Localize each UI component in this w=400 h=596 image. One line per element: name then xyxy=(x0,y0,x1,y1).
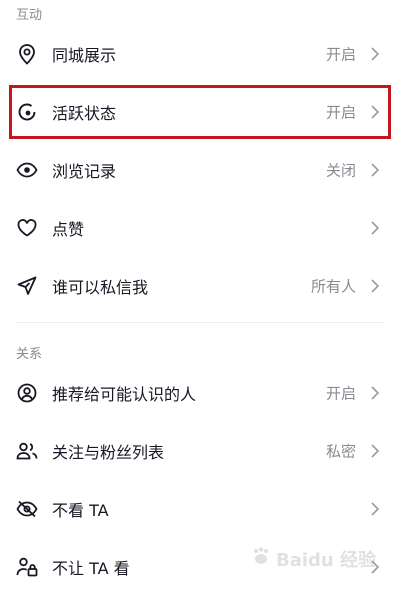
setting-label: 关注与粉丝列表 xyxy=(52,443,165,462)
paper-plane-icon xyxy=(16,275,38,297)
setting-value: 开启 xyxy=(325,45,356,64)
chevron-right-icon xyxy=(370,385,380,401)
eye-slash-icon xyxy=(16,498,38,520)
location-pin-icon xyxy=(16,43,38,65)
baidu-jingyan-watermark: Baidu 经验 xyxy=(250,546,376,572)
setting-row-who-can-message[interactable]: 谁可以私信我 所有人 xyxy=(0,257,400,315)
setting-label: 浏览记录 xyxy=(52,162,117,181)
setting-row-recommend-to-acquaintances[interactable]: 推荐给可能认识的人 开启 xyxy=(0,364,400,422)
setting-row-following-followers-list[interactable]: 关注与粉丝列表 私密 xyxy=(0,422,400,480)
chevron-right-icon xyxy=(370,278,380,294)
setting-label: 同城展示 xyxy=(52,46,117,65)
chevron-right-icon xyxy=(370,501,380,517)
person-lock-icon xyxy=(16,556,38,578)
section-header-relations: 关系 xyxy=(16,347,43,362)
section-header-interaction: 互动 xyxy=(16,8,43,23)
setting-label: 点赞 xyxy=(52,220,85,239)
highlight-box xyxy=(9,85,391,139)
setting-label: 推荐给可能认识的人 xyxy=(52,385,197,404)
heart-icon xyxy=(16,217,38,239)
chevron-right-icon xyxy=(370,162,380,178)
setting-row-likes[interactable]: 点赞 xyxy=(0,199,400,257)
paw-logo-icon xyxy=(250,546,272,572)
section-divider xyxy=(16,322,384,323)
setting-value: 关闭 xyxy=(325,161,356,180)
watermark-text: Baidu 经验 xyxy=(275,550,376,571)
setting-row-hide-their-content[interactable]: 不看 TA xyxy=(0,480,400,538)
setting-row-browse-history[interactable]: 浏览记录 关闭 xyxy=(0,141,400,199)
setting-label: 不看 TA xyxy=(52,501,109,520)
setting-label: 谁可以私信我 xyxy=(52,278,149,297)
person-circle-icon xyxy=(16,382,38,404)
setting-row-local-display[interactable]: 同城展示 开启 xyxy=(0,25,400,83)
eye-icon xyxy=(16,159,38,181)
setting-value: 开启 xyxy=(325,384,356,403)
chevron-right-icon xyxy=(370,443,380,459)
chevron-right-icon xyxy=(370,220,380,236)
setting-value: 私密 xyxy=(325,442,356,461)
setting-label: 不让 TA 看 xyxy=(52,559,130,578)
setting-value: 所有人 xyxy=(310,277,356,296)
chevron-right-icon xyxy=(370,46,380,62)
people-icon xyxy=(16,440,38,462)
